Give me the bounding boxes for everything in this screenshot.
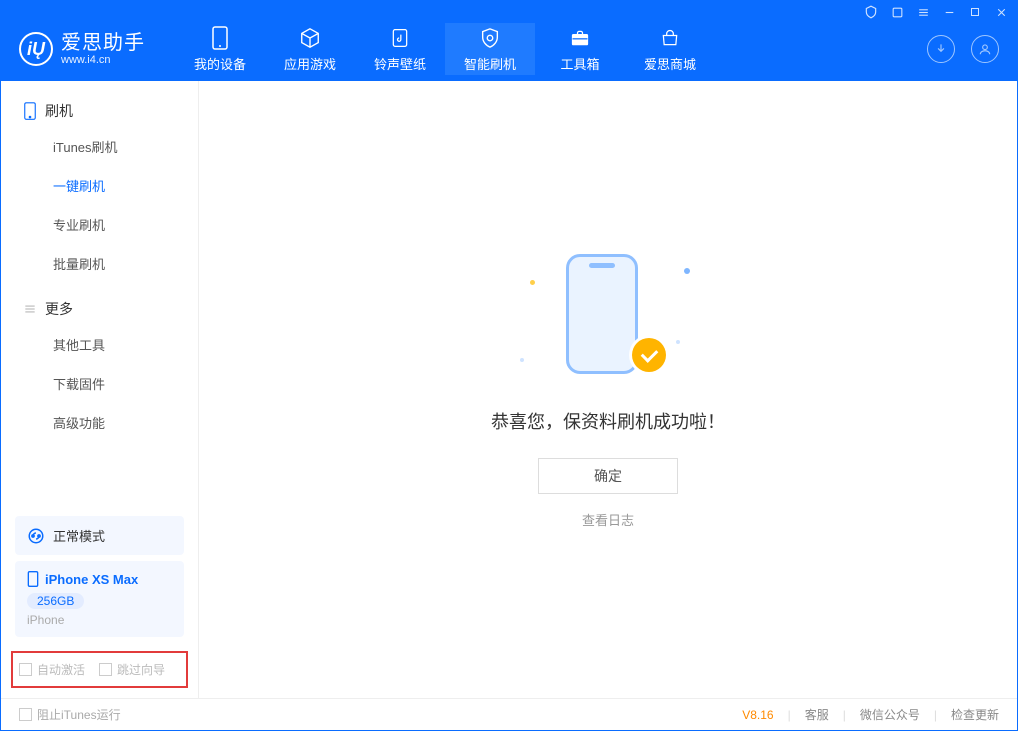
download-button[interactable] — [927, 35, 955, 63]
checkbox-auto-activate[interactable]: 自动激活 — [19, 661, 85, 678]
tab-label: 智能刷机 — [464, 54, 516, 73]
tab-label: 铃声壁纸 — [374, 54, 426, 73]
link-wechat[interactable]: 微信公众号 — [860, 706, 920, 723]
checkbox-icon — [19, 663, 32, 676]
tab-label: 工具箱 — [560, 54, 599, 73]
menu-icon[interactable] — [915, 4, 931, 20]
close-button[interactable] — [993, 4, 1009, 20]
success-message: 恭喜您，保资料刷机成功啦！ — [491, 408, 725, 434]
tab-label: 应用游戏 — [284, 54, 336, 73]
header-actions — [927, 35, 999, 63]
phone-icon — [23, 102, 37, 120]
sidebar-item-other-tools[interactable]: 其他工具 — [1, 325, 198, 364]
checkbox-icon — [99, 663, 112, 676]
app-logo: iŲ 爱思助手 www.i4.cn — [19, 32, 145, 66]
sidebar: 刷机 iTunes刷机 一键刷机 专业刷机 批量刷机 更多 其他工具 下载固件 … — [1, 81, 199, 698]
content-area: 恭喜您，保资料刷机成功啦！ 确定 查看日志 — [199, 81, 1017, 698]
ok-button[interactable]: 确定 — [538, 458, 678, 494]
check-badge-icon — [632, 338, 666, 372]
tab-apps-games[interactable]: 应用游戏 — [265, 23, 355, 75]
flash-options-highlight: 自动激活 跳过向导 — [11, 651, 188, 688]
minimize-button[interactable] — [941, 4, 957, 20]
tab-my-device[interactable]: 我的设备 — [175, 23, 265, 75]
sidebar-group-more: 更多 — [1, 293, 198, 325]
sparkle-icon — [520, 358, 524, 362]
menu-icon — [23, 302, 37, 316]
mode-label: 正常模式 — [53, 526, 105, 545]
sidebar-group-flash: 刷机 — [1, 95, 198, 127]
theme-icon[interactable] — [863, 4, 879, 20]
checkbox-label: 跳过向导 — [117, 661, 165, 678]
maximize-button[interactable] — [967, 4, 983, 20]
skin-icon[interactable] — [889, 4, 905, 20]
music-icon — [388, 26, 412, 50]
sidebar-item-oneclick-flash[interactable]: 一键刷机 — [1, 166, 198, 205]
cube-icon — [298, 26, 322, 50]
toolbox-icon — [568, 26, 592, 50]
sidebar-item-advanced[interactable]: 高级功能 — [1, 403, 198, 442]
device-name: iPhone XS Max — [45, 572, 138, 587]
tab-ringtones-wallpapers[interactable]: 铃声壁纸 — [355, 23, 445, 75]
header: iŲ 爱思助手 www.i4.cn 我的设备 应用游戏 铃声壁纸 智能刷机 — [1, 23, 1017, 81]
sidebar-item-itunes-flash[interactable]: iTunes刷机 — [1, 127, 198, 166]
status-bar: 阻止iTunes运行 V8.16 | 客服 | 微信公众号 | 检查更新 — [1, 698, 1017, 730]
checkbox-block-itunes[interactable]: 阻止iTunes运行 — [19, 706, 121, 723]
sidebar-item-batch-flash[interactable]: 批量刷机 — [1, 244, 198, 283]
sidebar-item-pro-flash[interactable]: 专业刷机 — [1, 205, 198, 244]
link-check-update[interactable]: 检查更新 — [951, 706, 999, 723]
app-name: 爱思助手 — [61, 33, 145, 53]
tab-toolbox[interactable]: 工具箱 — [535, 23, 625, 75]
success-illustration — [548, 250, 668, 380]
checkbox-skip-guide[interactable]: 跳过向导 — [99, 661, 165, 678]
device-subtitle: iPhone — [27, 613, 172, 627]
sparkle-icon — [676, 340, 680, 344]
checkbox-label: 自动激活 — [37, 661, 85, 678]
titlebar — [1, 1, 1017, 23]
checkbox-icon — [19, 708, 32, 721]
phone-icon — [566, 254, 638, 374]
device-capacity: 256GB — [27, 593, 84, 609]
sparkle-icon — [684, 268, 690, 274]
refresh-shield-icon — [478, 26, 502, 50]
logo-icon: iŲ — [19, 32, 53, 66]
mode-indicator[interactable]: 正常模式 — [15, 516, 184, 555]
tab-store[interactable]: 爱思商城 — [625, 23, 715, 75]
group-title: 刷机 — [45, 101, 73, 121]
version-label: V8.16 — [742, 708, 773, 722]
tab-smart-flash[interactable]: 智能刷机 — [445, 23, 535, 75]
store-icon — [658, 26, 682, 50]
body: 刷机 iTunes刷机 一键刷机 专业刷机 批量刷机 更多 其他工具 下载固件 … — [1, 81, 1017, 698]
app-window: iŲ 爱思助手 www.i4.cn 我的设备 应用游戏 铃声壁纸 智能刷机 — [0, 0, 1018, 731]
tab-label: 我的设备 — [194, 54, 246, 73]
main-tabs: 我的设备 应用游戏 铃声壁纸 智能刷机 工具箱 爱思商城 — [175, 23, 715, 75]
sync-icon — [27, 527, 45, 545]
view-log-link[interactable]: 查看日志 — [582, 510, 634, 529]
group-title: 更多 — [45, 299, 73, 319]
device-info[interactable]: iPhone XS Max 256GB iPhone — [15, 561, 184, 637]
checkbox-label: 阻止iTunes运行 — [37, 706, 121, 723]
phone-icon — [27, 571, 39, 587]
tab-label: 爱思商城 — [644, 54, 696, 73]
link-support[interactable]: 客服 — [805, 706, 829, 723]
sparkle-icon — [530, 280, 535, 285]
app-url: www.i4.cn — [61, 55, 145, 66]
device-icon — [208, 26, 232, 50]
user-button[interactable] — [971, 35, 999, 63]
sidebar-item-download-firmware[interactable]: 下载固件 — [1, 364, 198, 403]
